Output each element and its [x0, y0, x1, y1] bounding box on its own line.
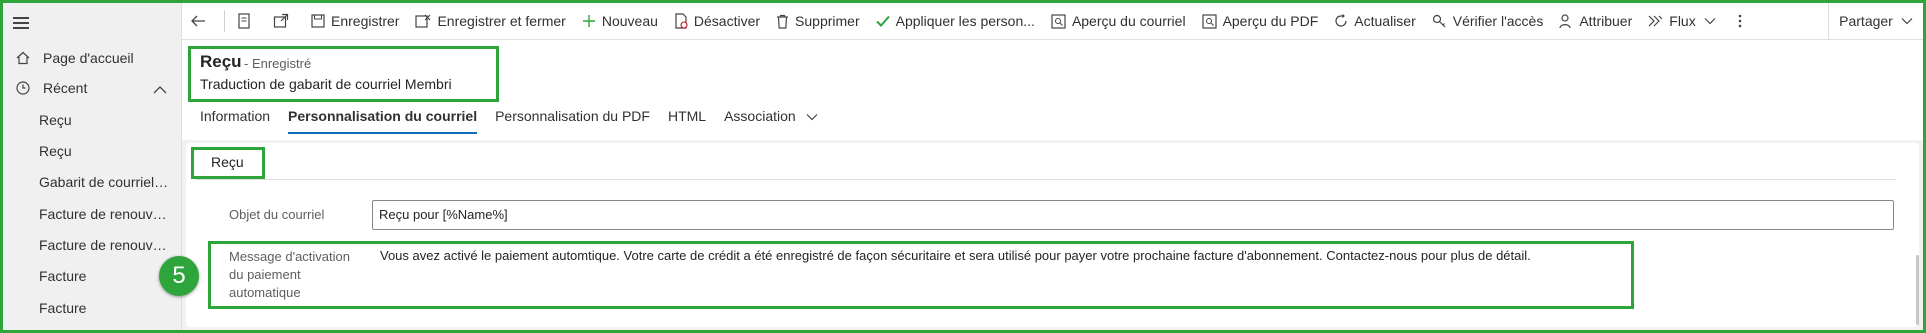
divider — [196, 179, 1896, 180]
recent-item[interactable]: Facture — [3, 293, 217, 323]
open-new-window-button[interactable] — [265, 3, 303, 39]
tab-information[interactable]: Information — [182, 104, 279, 138]
arrow-left-icon — [191, 15, 205, 27]
tab-pdf-customization[interactable]: Personnalisation du PDF — [486, 104, 659, 138]
document-icon — [238, 13, 250, 29]
subject-label: Objet du courriel — [229, 207, 325, 222]
check-access-button[interactable]: Vérifier l'accès — [1424, 3, 1552, 39]
key-icon — [1432, 14, 1446, 28]
refresh-icon — [1335, 14, 1347, 27]
chevron-down-icon — [1901, 18, 1913, 25]
clock-icon — [14, 79, 32, 97]
save-icon — [311, 14, 325, 28]
tab-association[interactable]: Association — [715, 104, 826, 138]
preview-icon — [1201, 13, 1217, 29]
save-button[interactable]: Enregistrer — [303, 3, 407, 39]
form-view-button[interactable] — [229, 3, 265, 39]
flow-button[interactable]: Flux — [1640, 3, 1723, 39]
more-commands-button[interactable] — [1724, 3, 1762, 39]
sidebar-item-label: Page d'accueil — [43, 50, 134, 66]
sidebar-item-recent[interactable]: Récent — [3, 73, 181, 103]
chevron-down-icon — [806, 114, 818, 121]
section-title: Reçu — [211, 154, 244, 170]
open-in-window-icon — [273, 13, 289, 28]
checkmark-icon — [875, 15, 890, 27]
hamburger-menu-icon[interactable] — [13, 14, 33, 32]
preview-pdf-button[interactable]: Aperçu du PDF — [1194, 3, 1327, 39]
message-label: Message d'activation du paiement automat… — [229, 249, 350, 300]
sidebar-item-home[interactable]: Page d'accueil — [3, 43, 181, 73]
scrollbar[interactable] — [1916, 255, 1919, 325]
apply-customizations-button[interactable]: Appliquer les person... — [868, 3, 1043, 39]
back-button[interactable] — [182, 3, 220, 39]
person-icon — [1559, 13, 1571, 28]
plus-icon — [582, 15, 595, 27]
page-title: Reçu — [200, 52, 242, 71]
save-status: - Enregistré — [244, 56, 312, 71]
new-button[interactable]: Nouveau — [574, 3, 666, 39]
preview-icon — [1051, 13, 1066, 29]
refresh-button[interactable]: Actualiser — [1326, 3, 1423, 39]
recent-item[interactable]: Reçu — [3, 136, 217, 166]
subject-field[interactable]: Reçu pour [%Name%] — [372, 200, 1894, 230]
preview-email-button[interactable]: Aperçu du courriel — [1043, 3, 1194, 39]
chevron-down-icon — [1704, 18, 1716, 25]
more-vertical-icon — [1738, 14, 1742, 28]
recent-item[interactable]: Facture de renouvell... — [3, 230, 217, 260]
divider — [224, 10, 225, 32]
assign-button[interactable]: Attribuer — [1551, 3, 1640, 39]
chevron-up-icon[interactable] — [153, 82, 167, 98]
home-icon — [14, 49, 32, 67]
delete-button[interactable]: Supprimer — [768, 3, 868, 39]
save-close-button[interactable]: Enregistrer et fermer — [407, 3, 573, 39]
deactivate-button[interactable]: Désactiver — [666, 3, 768, 39]
sidebar-item-label: Récent — [43, 80, 88, 96]
recent-item[interactable]: Gabarit de courriels ... — [3, 167, 217, 197]
message-field[interactable]: Vous avez activé le paiement automtique.… — [380, 248, 1531, 263]
tab-list: Information Personnalisation du courriel… — [182, 104, 1923, 138]
trash-icon — [777, 14, 789, 29]
step-number-badge: 5 — [159, 256, 199, 296]
flow-icon — [1648, 15, 1663, 27]
recent-item[interactable]: Facture de renouvell... — [3, 199, 217, 229]
command-bar: Enregistrer Enregistrer et fermer Nouvea… — [182, 3, 1923, 40]
deactivate-icon — [675, 13, 688, 29]
sidebar: Page d'accueil Récent Reçu Reçu Gabarit … — [3, 3, 182, 330]
entity-subtitle: Traduction de gabarit de courriel Membri — [200, 76, 452, 92]
tab-email-customization[interactable]: Personnalisation du courriel — [279, 104, 486, 138]
share-button[interactable]: Partager — [1828, 3, 1923, 39]
tab-html[interactable]: HTML — [659, 104, 715, 138]
save-close-icon — [415, 14, 431, 28]
